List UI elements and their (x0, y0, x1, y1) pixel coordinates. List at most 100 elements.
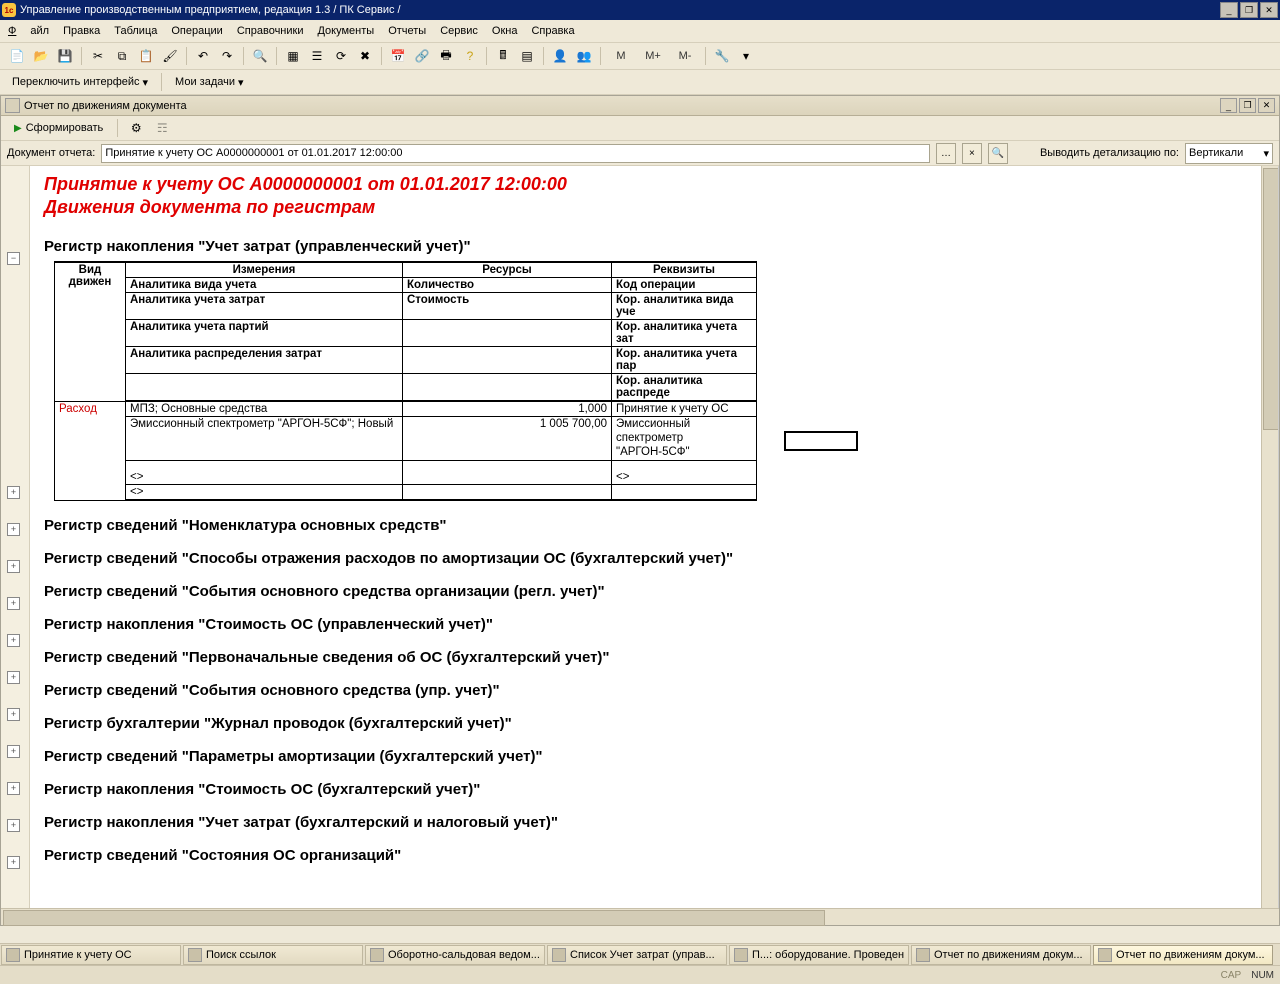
vertical-scrollbar[interactable] (1261, 166, 1278, 908)
menu-operations[interactable]: Операции (171, 25, 222, 37)
close-button[interactable]: ✕ (1260, 2, 1278, 18)
document-input[interactable] (101, 144, 930, 163)
expand-icon[interactable]: + (7, 560, 20, 573)
expand-icon[interactable]: + (7, 486, 20, 499)
maximize-button[interactable]: ❐ (1240, 2, 1258, 18)
report-window: Отчет по движениям документа _ ❐ ✕ ▶Сфор… (0, 95, 1280, 926)
select-button[interactable]: … (936, 143, 956, 164)
grid-icon[interactable]: ▦ (282, 45, 304, 67)
menu-edit[interactable]: Правка (63, 25, 100, 37)
col-move: Вид движен (55, 262, 126, 401)
expand-icon[interactable]: + (7, 671, 20, 684)
expand-icon[interactable]: + (7, 856, 20, 869)
brush-icon[interactable]: 🖌 (159, 45, 181, 67)
print-icon[interactable]: 🖶 (435, 45, 457, 67)
horizontal-scrollbar[interactable] (1, 908, 1279, 925)
users-icon[interactable]: 👥 (573, 45, 595, 67)
doc-icon (1098, 948, 1112, 962)
register-heading: Регистр сведений "Параметры амортизации … (44, 748, 1278, 765)
task-item[interactable]: Список Учет затрат (управ... (547, 945, 727, 965)
status-bar: CAP NUM (0, 965, 1280, 984)
my-tasks[interactable]: Мои задачи▾ (169, 75, 249, 90)
redo-icon[interactable]: ↷ (216, 45, 238, 67)
copy-icon[interactable]: ⧉ (111, 45, 133, 67)
link-icon[interactable]: 🔗 (411, 45, 433, 67)
stop-icon[interactable]: ✖ (354, 45, 376, 67)
doc-icon (188, 948, 202, 962)
window-titlebar: 1c Управление производственным предприят… (0, 0, 1280, 20)
task-item[interactable]: Оборотно-сальдовая ведом... (365, 945, 545, 965)
save-icon[interactable]: 💾 (54, 45, 76, 67)
menu-help[interactable]: Справка (531, 25, 574, 37)
more-icon[interactable]: ▾ (735, 45, 757, 67)
task-item[interactable]: Отчет по движениям докум... (911, 945, 1091, 965)
menu-references[interactable]: Справочники (237, 25, 304, 37)
menu-windows[interactable]: Окна (492, 25, 518, 37)
report-subtitle: Движения документа по регистрам (44, 197, 1278, 218)
menu-file[interactable]: Файл (8, 25, 49, 37)
menu-documents[interactable]: Документы (317, 25, 374, 37)
expand-icon[interactable]: + (7, 745, 20, 758)
undo-icon[interactable]: ↶ (192, 45, 214, 67)
register-heading: Регистр сведений "Номенклатура основных … (44, 517, 1278, 534)
doc-icon (734, 948, 748, 962)
user-icon[interactable]: 👤 (549, 45, 571, 67)
expand-icon[interactable]: + (7, 819, 20, 832)
table-icon[interactable]: ▤ (516, 45, 538, 67)
refresh-icon[interactable]: ⟳ (330, 45, 352, 67)
col-attr: Реквизиты (612, 262, 757, 278)
menu-table[interactable]: Таблица (114, 25, 157, 37)
task-item[interactable]: Принятие к учету ОС (1, 945, 181, 965)
inner-close-button[interactable]: ✕ (1258, 98, 1275, 113)
collapse-icon[interactable]: − (7, 252, 20, 265)
task-item[interactable]: Поиск ссылок (183, 945, 363, 965)
chevron-down-icon: ▾ (238, 76, 244, 89)
report-title: Принятие к учету ОС А0000000001 от 01.01… (44, 174, 1278, 195)
expand-icon[interactable]: + (7, 634, 20, 647)
switch-interface[interactable]: Переключить интерфейс▾ (6, 75, 154, 90)
window-title: Управление производственным предприятием… (20, 4, 401, 16)
register-heading: Регистр накопления "Учет затрат (бухгалт… (44, 814, 1278, 831)
expand-icon[interactable]: + (7, 523, 20, 536)
menu-service[interactable]: Сервис (440, 25, 478, 37)
memory-m[interactable]: M (606, 45, 636, 67)
outline-gutter: − + + + + + + + + + + + (1, 166, 30, 908)
register-heading: Регистр накопления "Стоимость ОС (управл… (44, 616, 1278, 633)
task-item-active[interactable]: Отчет по движениям докум... (1093, 945, 1273, 965)
tree-icon[interactable]: ☶ (151, 117, 173, 139)
menu-bar: Файл Правка Таблица Операции Справочники… (0, 20, 1280, 43)
memory-mminus[interactable]: M- (670, 45, 700, 67)
memory-mplus[interactable]: M+ (638, 45, 668, 67)
help-icon[interactable]: ? (459, 45, 481, 67)
inner-restore-button[interactable]: ❐ (1239, 98, 1256, 113)
detail-label: Выводить детализацию по: (1040, 147, 1179, 159)
register-table: Вид движен Измерения Ресурсы Реквизиты А… (54, 261, 757, 501)
open-icon[interactable]: 📂 (30, 45, 52, 67)
settings2-icon[interactable]: ⚙ (125, 117, 147, 139)
expand-icon[interactable]: + (7, 597, 20, 610)
col-res: Ресурсы (403, 262, 612, 278)
register-heading: Регистр сведений "Состояния ОС организац… (44, 847, 1278, 864)
expand-icon[interactable]: + (7, 708, 20, 721)
detail-select[interactable]: Вертикали▾ (1185, 143, 1273, 164)
find-icon[interactable]: 🔍 (249, 45, 271, 67)
props-icon[interactable]: ☰ (306, 45, 328, 67)
inner-minimize-button[interactable]: _ (1220, 98, 1237, 113)
calc-icon[interactable]: 🖩 (492, 45, 514, 67)
form-report-button[interactable]: ▶Сформировать (7, 120, 110, 136)
window-taskbar: Принятие к учету ОС Поиск ссылок Оборотн… (0, 943, 1280, 966)
paste-icon[interactable]: 📋 (135, 45, 157, 67)
new-icon[interactable]: 📄 (6, 45, 28, 67)
active-cell[interactable] (784, 431, 858, 451)
menu-reports[interactable]: Отчеты (388, 25, 426, 37)
expand-icon[interactable]: + (7, 782, 20, 795)
minimize-button[interactable]: _ (1220, 2, 1238, 18)
report-window-title: Отчет по движениям документа (24, 100, 187, 112)
lookup-button[interactable]: 🔍 (988, 143, 1008, 164)
task-item[interactable]: П...: оборудование. Проведен (729, 945, 909, 965)
settings-icon[interactable]: 🔧 (711, 45, 733, 67)
register-heading: Регистр сведений "Способы отражения расх… (44, 550, 1278, 567)
clear-button[interactable]: × (962, 143, 982, 164)
calendar-icon[interactable]: 📅 (387, 45, 409, 67)
cut-icon[interactable]: ✂ (87, 45, 109, 67)
